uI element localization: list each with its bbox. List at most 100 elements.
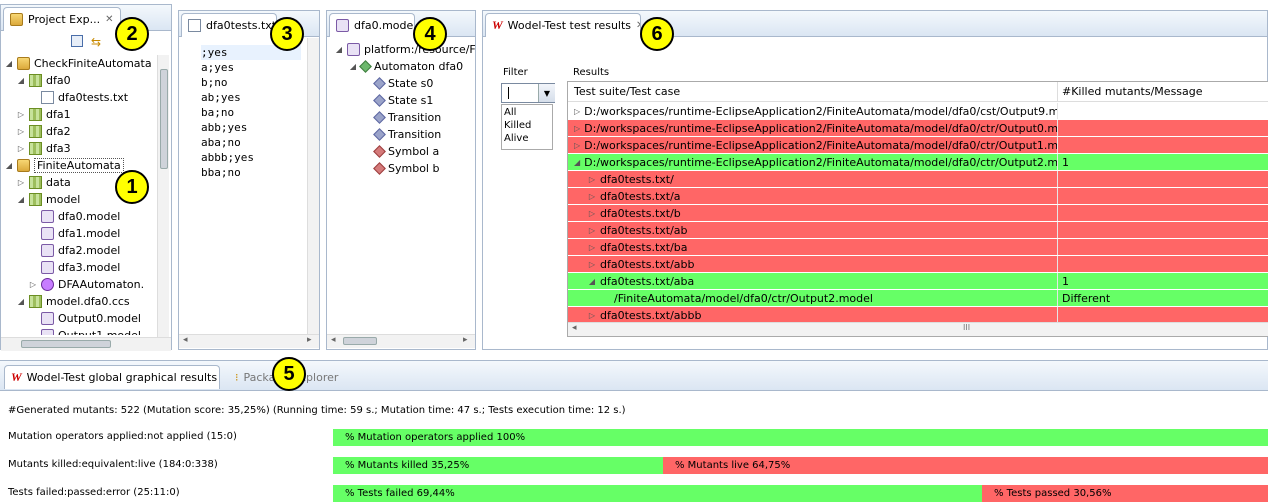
text-line[interactable]: bba;no xyxy=(201,165,301,180)
collapsed-twisty-icon[interactable]: ▷ xyxy=(588,209,596,218)
tree-item[interactable]: dfa0tests.txt xyxy=(29,89,128,106)
tab-dfa0tests[interactable]: dfa0tests.txt xyxy=(181,13,277,37)
tree-item[interactable]: Symbol b xyxy=(363,160,439,177)
tree-item[interactable]: ◢ model.dfa0.ccs xyxy=(17,293,130,310)
scroll-left-icon[interactable]: ◂ xyxy=(331,335,336,345)
results-hscrollbar[interactable]: ◂ III xyxy=(568,322,1268,336)
table-row[interactable]: ▷ dfa0tests.txt/ba xyxy=(568,239,1268,256)
hscroll-thumb[interactable] xyxy=(343,337,377,345)
text-editor-hscrollbar[interactable]: ◂ ▸ xyxy=(179,334,319,348)
tree-item[interactable]: ▷ dfa1 xyxy=(17,106,71,123)
text-line[interactable]: abb;yes xyxy=(201,120,301,135)
table-row[interactable]: ▷ dfa0tests.txt/b xyxy=(568,205,1268,222)
tree-item[interactable]: ▷ dfa2 xyxy=(17,123,71,140)
tree-item[interactable]: dfa2.model xyxy=(29,242,120,259)
scroll-left-icon[interactable]: ◂ xyxy=(183,335,188,345)
tree-item[interactable]: dfa0.model xyxy=(29,208,120,225)
table-row[interactable]: ▷ D:/workspaces/runtime-EclipseApplicatio… xyxy=(568,103,1268,120)
expanded-twisty-icon[interactable]: ◢ xyxy=(17,76,25,85)
tree-item[interactable]: State s0 xyxy=(363,75,433,92)
collapsed-twisty-icon[interactable]: ▷ xyxy=(17,127,25,136)
model-editor-hscrollbar[interactable]: ◂ ▸ xyxy=(327,334,475,348)
expanded-twisty-icon[interactable]: ◢ xyxy=(335,45,343,54)
tree-item[interactable]: Transition xyxy=(363,109,441,126)
tab-project-explorer[interactable]: Project Exp... ✕ xyxy=(3,7,121,31)
filter-option[interactable]: Alive xyxy=(504,133,550,146)
collapsed-twisty-icon[interactable]: ▷ xyxy=(588,175,596,184)
expanded-twisty-icon[interactable]: ◢ xyxy=(17,195,25,204)
collapsed-twisty-icon[interactable]: ▷ xyxy=(17,178,25,187)
scroll-right-icon[interactable]: ▸ xyxy=(307,335,312,345)
hscroll-grip[interactable]: III xyxy=(963,323,970,332)
expanded-twisty-icon[interactable]: ◢ xyxy=(5,59,13,68)
collapsed-twisty-icon[interactable]: ▷ xyxy=(17,110,25,119)
expanded-twisty-icon[interactable]: ◢ xyxy=(17,297,25,306)
collapse-all-icon[interactable] xyxy=(71,35,83,47)
chevron-down-icon[interactable]: ▼ xyxy=(538,84,555,102)
collapsed-twisty-icon[interactable]: ▷ xyxy=(574,141,580,150)
tree-item[interactable]: dfa3.model xyxy=(29,259,120,276)
text-line[interactable]: ab;yes xyxy=(201,90,301,105)
expanded-twisty-icon[interactable]: ◢ xyxy=(5,161,13,170)
collapsed-twisty-icon[interactable]: ▷ xyxy=(574,124,580,133)
tree-item[interactable]: ◢ Automaton dfa0 xyxy=(349,58,463,75)
table-row[interactable]: ▷ D:/workspaces/runtime-EclipseApplicatio… xyxy=(568,120,1268,137)
filter-option[interactable]: Killed xyxy=(504,120,550,133)
tree-item[interactable]: State s1 xyxy=(363,92,433,109)
tree-item[interactable]: ◢ model xyxy=(17,191,80,208)
tree-item[interactable]: Output0.model xyxy=(29,310,141,327)
tree-item[interactable]: Symbol a xyxy=(363,143,439,160)
table-row[interactable]: ◢ dfa0tests.txt/aba 1 xyxy=(568,273,1268,290)
expanded-twisty-icon[interactable]: ◢ xyxy=(588,277,596,286)
table-row[interactable]: ◢ D:/workspaces/runtime-EclipseApplicatio… xyxy=(568,154,1268,171)
explorer-hscrollbar[interactable] xyxy=(1,337,171,351)
scroll-left-icon[interactable]: ◂ xyxy=(572,323,577,333)
hscroll-thumb[interactable] xyxy=(21,340,111,348)
collapsed-twisty-icon[interactable]: ▷ xyxy=(588,260,596,269)
filter-option[interactable]: All xyxy=(504,107,550,120)
table-row[interactable]: ▷ dfa0tests.txt/ xyxy=(568,171,1268,188)
filter-combo[interactable]: ▼ xyxy=(501,83,555,103)
expanded-twisty-icon[interactable]: ◢ xyxy=(574,158,580,167)
column-header-killed[interactable]: #Killed mutants/Message xyxy=(1058,85,1203,98)
text-line[interactable]: ba;no xyxy=(201,105,301,120)
table-row[interactable]: ▷ dfa0tests.txt/ab xyxy=(568,222,1268,239)
tree-item[interactable]: dfa1.model xyxy=(29,225,120,242)
collapsed-twisty-icon[interactable]: ▷ xyxy=(588,192,596,201)
table-row[interactable]: /FiniteAutomata/model/dfa0/ctr/Output2.m… xyxy=(568,290,1268,307)
table-row[interactable]: ▷ dfa0tests.txt/abb xyxy=(568,256,1268,273)
collapsed-twisty-icon[interactable]: ▷ xyxy=(29,280,37,289)
tab-global-results[interactable]: W Wodel-Test global graphical results ✕ xyxy=(4,365,220,389)
collapsed-twisty-icon[interactable]: ▷ xyxy=(574,107,580,116)
collapsed-twisty-icon[interactable]: ▷ xyxy=(17,144,25,153)
scroll-thumb[interactable] xyxy=(160,69,168,169)
tree-item[interactable]: ▷ dfa3 xyxy=(17,140,71,157)
tree-item[interactable]: ◢ dfa0 xyxy=(17,72,71,89)
tree-item[interactable]: Transition xyxy=(363,126,441,143)
tree-item[interactable]: ▷ DFAAutomaton. xyxy=(29,276,144,293)
tree-item[interactable]: ▷ data xyxy=(17,174,71,191)
tab-dfa0-model[interactable]: dfa0.model ✕ xyxy=(329,13,415,37)
text-editor-content[interactable]: ;yes a;yes b;no ab;yes ba;no abb;yes aba;no abb… xyxy=(201,45,301,180)
tab-test-results[interactable]: W Wodel-Test test results ✕ xyxy=(485,13,641,37)
text-line[interactable]: abbb;yes xyxy=(201,150,301,165)
explorer-vscrollbar[interactable] xyxy=(157,55,169,337)
close-icon[interactable]: ✕ xyxy=(105,14,113,25)
text-line[interactable]: a;yes xyxy=(201,60,301,75)
expanded-twisty-icon[interactable]: ◢ xyxy=(349,62,357,71)
text-line[interactable]: b;no xyxy=(201,75,301,90)
table-row[interactable]: ▷ dfa0tests.txt/a xyxy=(568,188,1268,205)
collapsed-twisty-icon[interactable]: ▷ xyxy=(588,311,596,320)
collapsed-twisty-icon[interactable]: ▷ xyxy=(588,226,596,235)
link-editor-icon[interactable]: ⇆ xyxy=(91,35,101,49)
tree-item[interactable]: ◢ platform:/resource/Fir xyxy=(335,41,475,58)
collapsed-twisty-icon[interactable]: ▷ xyxy=(588,243,596,252)
text-editor-vscrollbar[interactable] xyxy=(307,38,319,334)
scroll-right-icon[interactable]: ▸ xyxy=(463,335,468,345)
column-header-test-case[interactable]: Test suite/Test case xyxy=(568,82,1058,101)
tree-item[interactable]: ◢ FiniteAutomata xyxy=(5,157,124,174)
tree-item[interactable]: ◢ CheckFiniteAutomata xyxy=(5,55,152,72)
table-row[interactable]: ▷ D:/workspaces/runtime-EclipseApplicatio… xyxy=(568,137,1268,154)
text-line[interactable]: aba;no xyxy=(201,135,301,150)
tree-item[interactable]: Output1.model xyxy=(29,327,141,335)
